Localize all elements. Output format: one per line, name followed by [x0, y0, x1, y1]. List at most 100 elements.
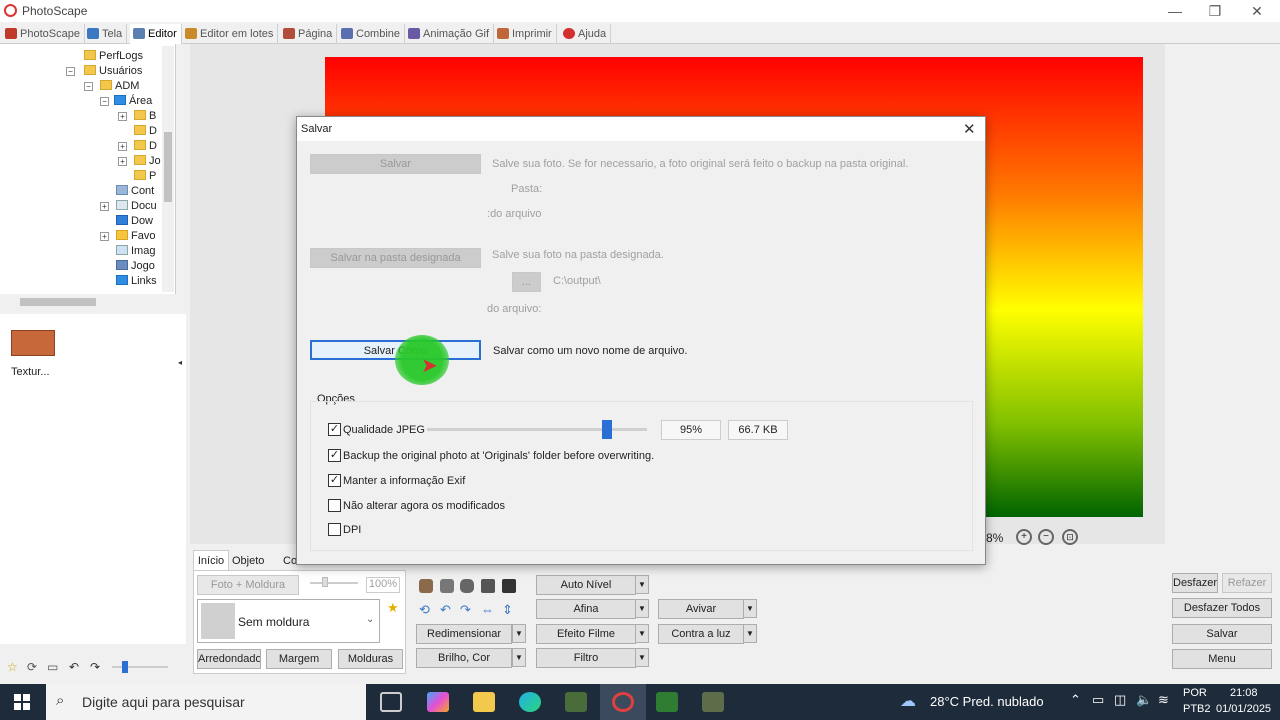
taskbar-search-input[interactable]: Digite aqui para pesquisar: [46, 684, 366, 720]
star-icon[interactable]: ★: [387, 600, 399, 616]
resize-dropdown-icon[interactable]: ▼: [512, 624, 526, 643]
rotate-left-icon[interactable]: ↶: [440, 602, 451, 618]
frame-select[interactable]: Sem moldura ⌄: [197, 599, 380, 643]
tab-editor-em-lotes[interactable]: Editor em lotes: [182, 24, 279, 44]
zoom-out-icon[interactable]: −: [1038, 529, 1054, 545]
zoom-in-icon[interactable]: +: [1016, 529, 1032, 545]
photoscape-taskbar-icon[interactable]: [612, 692, 634, 712]
wifi-icon[interactable]: ≋: [1158, 692, 1169, 708]
collapse-icon[interactable]: −: [66, 67, 75, 76]
tree-item-p[interactable]: P: [134, 169, 156, 184]
tree-item-usuarios[interactable]: Usuários: [84, 64, 142, 79]
tree-item-images[interactable]: Imag: [116, 244, 155, 259]
save-button[interactable]: Salvar: [1172, 624, 1272, 644]
collapse-panel-icon[interactable]: ◂: [178, 358, 182, 367]
sharpen-dropdown-icon[interactable]: ▼: [635, 599, 649, 618]
tab-pagina[interactable]: Página: [280, 24, 338, 44]
minimize-button[interactable]: —: [1160, 2, 1190, 20]
close-window-button[interactable]: ✕: [1242, 2, 1272, 20]
expand-icon[interactable]: +: [118, 112, 127, 121]
scrollbar-thumb[interactable]: [164, 132, 172, 202]
margin-button[interactable]: Margem: [266, 649, 332, 669]
clock-time[interactable]: 21:08: [1230, 687, 1258, 699]
tree-item-adm[interactable]: ADM: [100, 79, 139, 94]
brightness-button[interactable]: Brilho, Cor: [416, 648, 512, 668]
shape-black-icon[interactable]: [502, 579, 516, 593]
tab-combine[interactable]: Combine: [338, 24, 406, 44]
revive-button[interactable]: Avivar: [658, 599, 744, 619]
tab-photoscape[interactable]: PhotoScape: [2, 24, 85, 44]
browse-button[interactable]: ...: [512, 272, 541, 292]
open-folder-icon[interactable]: ▭: [47, 660, 58, 674]
language-bottom[interactable]: PTB2: [1183, 703, 1211, 715]
collapse-icon[interactable]: −: [84, 82, 93, 91]
tree-horizontal-scrollbar[interactable]: [4, 296, 176, 308]
tree-item-downloads[interactable]: Dow: [116, 214, 153, 229]
filter-dropdown-icon[interactable]: ▼: [635, 648, 649, 667]
shape-soft-icon[interactable]: [460, 579, 474, 593]
battery-icon[interactable]: ▭: [1092, 692, 1104, 708]
tab-editor[interactable]: Editor: [130, 24, 182, 44]
brightness-dropdown-icon[interactable]: ▼: [512, 648, 526, 667]
tree-item-contacts[interactable]: Cont: [116, 184, 154, 199]
tab-tela[interactable]: Tela: [84, 24, 128, 44]
dpi-checkbox[interactable]: [328, 523, 341, 536]
undo-button[interactable]: Desfazer: [1172, 573, 1218, 593]
collapse-icon[interactable]: −: [100, 97, 109, 106]
copilot-icon[interactable]: [427, 692, 449, 712]
quality-slider-thumb[interactable]: [602, 420, 612, 439]
backlight-dropdown-icon[interactable]: ▼: [743, 624, 757, 643]
dialog-close-icon[interactable]: ✕: [963, 120, 976, 138]
edge-icon[interactable]: [519, 692, 541, 712]
save-to-folder-button[interactable]: Salvar na pasta designada: [310, 248, 481, 268]
back-icon[interactable]: ↶: [69, 660, 79, 674]
menu-button[interactable]: Menu: [1172, 649, 1272, 669]
show-hidden-icons-icon[interactable]: ⌃: [1070, 692, 1081, 708]
tree-item-favorites[interactable]: Favo: [116, 229, 155, 244]
tree-item-area[interactable]: Área: [114, 94, 152, 109]
shape-shadow-icon[interactable]: [481, 579, 495, 593]
slider-thumb[interactable]: [322, 577, 328, 587]
flip-horizontal-icon[interactable]: ⇔: [481, 602, 494, 617]
favorite-icon[interactable]: ☆: [7, 660, 18, 674]
frame-percent[interactable]: 100%: [366, 577, 400, 593]
filter-button[interactable]: Filtro: [536, 648, 636, 668]
slider-thumb[interactable]: [122, 661, 128, 673]
windows-start-icon[interactable]: [14, 694, 30, 710]
tree-item-links[interactable]: Links: [116, 274, 157, 289]
tab-animacao-gif[interactable]: Animação Gif: [405, 24, 495, 44]
network-icon[interactable]: ◫: [1114, 692, 1126, 708]
backup-checkbox[interactable]: ✓: [328, 449, 341, 462]
jpeg-quality-checkbox[interactable]: ✓: [328, 423, 341, 436]
maximize-button[interactable]: ❐: [1200, 2, 1230, 20]
flip-vertical-icon[interactable]: ⇕: [502, 602, 513, 618]
file-explorer-icon[interactable]: [473, 692, 495, 712]
app-icon[interactable]: [565, 692, 587, 712]
language-top[interactable]: POR: [1183, 687, 1207, 699]
tree-item-d1[interactable]: D: [134, 124, 157, 139]
tree-item-games[interactable]: Jogo: [116, 259, 155, 274]
volume-icon[interactable]: 🔈: [1136, 692, 1152, 708]
expand-icon[interactable]: +: [118, 157, 127, 166]
expand-icon[interactable]: +: [100, 232, 109, 241]
tab-imprimir[interactable]: Imprimir: [494, 24, 557, 44]
auto-level-button[interactable]: Auto Nível: [536, 575, 636, 595]
redo-button[interactable]: Refazer: [1222, 573, 1272, 593]
tree-item-documents[interactable]: Docu: [116, 199, 157, 214]
task-view-icon[interactable]: [380, 692, 402, 712]
dialog-save-button[interactable]: Salvar: [310, 154, 481, 174]
expand-icon[interactable]: +: [118, 142, 127, 151]
weather-text[interactable]: 28°C Pred. nublado: [930, 694, 1044, 709]
exif-checkbox[interactable]: ✓: [328, 474, 341, 487]
resize-button[interactable]: Redimensionar: [416, 624, 512, 644]
thumbnail-size-slider[interactable]: [112, 666, 168, 668]
folder-tree[interactable]: PerfLogs − Usuários − ADM − Área + B D +…: [0, 44, 176, 294]
frame-size-slider[interactable]: [310, 582, 358, 584]
tree-item-d2[interactable]: D: [134, 139, 157, 154]
shape-round-icon[interactable]: [419, 579, 433, 593]
forward-icon[interactable]: ↷: [90, 660, 100, 674]
tree-item-jo[interactable]: Jo: [134, 154, 161, 169]
rotate-right-icon[interactable]: ↷: [460, 602, 471, 618]
tab-objeto[interactable]: Objeto: [232, 553, 264, 569]
app-icon-3[interactable]: [702, 692, 724, 712]
